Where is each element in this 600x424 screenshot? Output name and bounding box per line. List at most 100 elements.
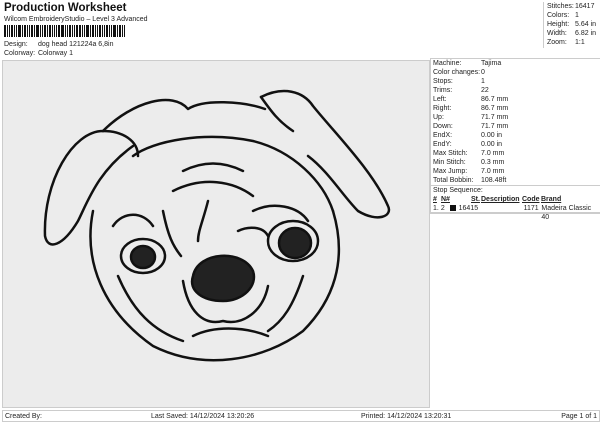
barcode-bar	[31, 25, 33, 37]
label: Stitches:	[547, 3, 574, 10]
detail-label: Down:	[433, 123, 453, 130]
barcode-bar	[36, 25, 39, 37]
barcode-bar	[106, 25, 108, 37]
design-preview	[2, 60, 430, 408]
col-brand: Brand	[541, 196, 562, 203]
col-code: Code	[522, 196, 540, 203]
last-saved: Last Saved: 14/12/2024 13:20:26	[151, 412, 255, 420]
detail-label: Stops:	[433, 78, 453, 85]
summary-stitches: Stitches: 16417	[547, 2, 600, 11]
detail-value: 71.7 mm	[481, 114, 509, 121]
detail-row: Machine: Tajima	[431, 59, 600, 68]
detail-row: Color changes: 0	[431, 68, 600, 77]
barcode-bar	[79, 25, 81, 37]
barcode-bar	[27, 25, 28, 37]
detail-row: EndY: 0.00 in	[431, 140, 600, 149]
detail-value: 22	[481, 87, 489, 94]
barcode-bar	[49, 25, 51, 37]
detail-value: 86.7 mm	[481, 105, 509, 112]
barcode-bar	[84, 25, 85, 37]
barcode-bar	[16, 25, 17, 37]
barcode-bar	[24, 25, 26, 37]
detail-value: 0.00 in	[481, 141, 503, 148]
barcode-bar	[97, 25, 98, 37]
barcode-bar	[44, 25, 46, 37]
barcode-bar	[42, 25, 43, 37]
barcode-bar	[117, 25, 118, 37]
detail-value: 0	[481, 69, 485, 76]
design-row: Design: dog head 121224a 6,8in	[4, 41, 113, 48]
label: Height:	[547, 21, 570, 28]
barcode-bar	[99, 25, 101, 37]
detail-label: Right:	[433, 105, 452, 112]
design-details-panel: Machine: Tajima Color changes: 0 Stops: 1 Trim…	[430, 58, 600, 221]
summary-zoom: Zoom: 1:1	[547, 38, 600, 47]
row-num: 1.	[433, 205, 439, 212]
row-stitches: 16415	[458, 205, 479, 212]
barcode-bar	[113, 25, 116, 37]
colorway-value: Colorway 1	[37, 50, 73, 57]
detail-value: Tajima	[481, 60, 502, 67]
barcode-bar	[72, 25, 73, 37]
barcode-bar	[52, 25, 53, 37]
barcode-bar	[67, 25, 68, 37]
detail-value: 7.0 mm	[481, 150, 505, 157]
barcode-bar	[69, 25, 71, 37]
barcode-bar	[58, 25, 60, 37]
table-row: 1. 2 16415 1171 Madeira Classic 40	[431, 204, 600, 221]
barcode-bar	[22, 25, 23, 37]
barcode-bar	[40, 25, 41, 37]
detail-row: Down: 71.7 mm	[431, 122, 600, 131]
detail-row: Max Stitch: 7.0 mm	[431, 149, 600, 158]
detail-row: Trims: 22	[431, 86, 600, 95]
barcode-bar	[14, 25, 15, 37]
barcode-bar	[54, 25, 55, 37]
summary-height: Height: 5.64 in	[547, 20, 600, 29]
detail-label: Total Bobbin:	[433, 177, 474, 184]
row-code: 1171	[523, 205, 539, 212]
barcode-bar	[29, 25, 30, 37]
detail-label: Left:	[433, 96, 447, 103]
detail-row: Max Jump: 7.0 mm	[431, 167, 600, 176]
summary-width: Width: 6.82 in	[547, 29, 600, 38]
design-label: Design:	[4, 41, 28, 48]
detail-row: Stops: 1	[431, 77, 600, 86]
barcode-bar	[65, 25, 66, 37]
barcode-bar	[92, 25, 94, 37]
detail-row: Left: 86.7 mm	[431, 95, 600, 104]
detail-label: EndY:	[433, 141, 452, 148]
detail-row: EndX: 0.00 in	[431, 131, 600, 140]
barcode-bar	[82, 25, 83, 37]
detail-value: 71.7 mm	[481, 123, 509, 130]
value: 1:1	[575, 39, 585, 46]
barcode-bar	[56, 25, 57, 37]
barcode-bar	[76, 25, 78, 37]
detail-row: Right: 86.7 mm	[431, 104, 600, 113]
detail-label: EndX:	[433, 132, 453, 139]
detail-label: Max Jump:	[433, 168, 468, 175]
created-by: Created By:	[5, 412, 42, 420]
page-title: Production Worksheet	[4, 2, 127, 14]
detail-label: Min Stitch:	[433, 159, 466, 166]
barcode-bar	[102, 25, 103, 37]
detail-label: Trims:	[433, 87, 453, 94]
row-n: 2	[440, 205, 445, 212]
detail-row: Total Bobbin: 108.48ft	[431, 176, 600, 185]
label: Colors:	[547, 12, 570, 19]
col-description: Description	[481, 196, 520, 203]
detail-label: Max Stitch:	[433, 150, 468, 157]
pug-embroidery-image	[43, 89, 391, 362]
barcode-bar	[86, 25, 89, 37]
barcode	[4, 25, 172, 37]
barcode-bar	[61, 25, 64, 37]
detail-value: 0.00 in	[481, 132, 503, 139]
barcode-bar	[90, 25, 91, 37]
barcode-bar	[111, 25, 112, 37]
footer: Created By: Last Saved: 14/12/2024 13:20…	[2, 410, 600, 422]
printed: Printed: 14/12/2024 13:20:31	[361, 412, 452, 420]
summary-colors: Colors: 1	[547, 11, 600, 20]
barcode-bar	[119, 25, 121, 37]
col-num: #	[433, 196, 437, 203]
barcode-bar	[7, 25, 8, 37]
barcode-bar	[47, 25, 48, 37]
